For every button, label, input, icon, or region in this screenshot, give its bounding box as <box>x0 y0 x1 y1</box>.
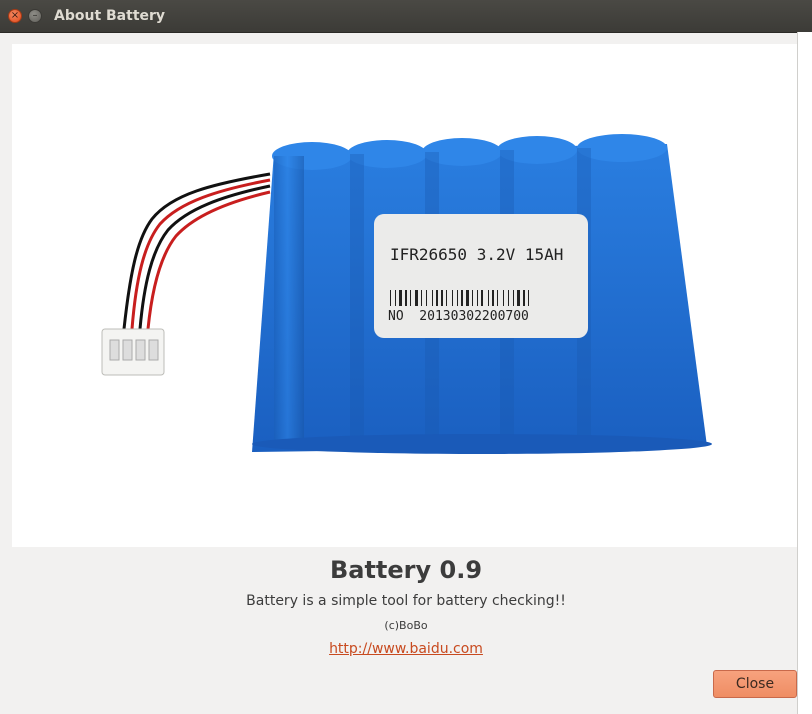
close-button[interactable]: Close <box>713 670 797 698</box>
red-wire-2 <box>146 190 271 330</box>
background-window-edge <box>797 32 812 714</box>
website-link[interactable]: http://www.baidu.com <box>329 641 483 657</box>
website-link-container: http://www.baidu.com <box>0 641 812 657</box>
battery-label-model: IFR26650 3.2V 15AH <box>390 245 563 264</box>
app-name: Battery 0.9 <box>329 556 483 584</box>
app-copyright: (c)BoBo <box>384 619 428 632</box>
battery-label-serial: NO 20130302200700 <box>388 309 529 324</box>
battery-pack-illustration: IFR26650 3.2V 15AH NO 20130302200700 <box>101 134 712 454</box>
red-wire <box>130 178 271 330</box>
window-minimize-icon[interactable]: – <box>28 9 42 23</box>
black-wire-2 <box>138 184 271 330</box>
battery-image: IFR26650 3.2V 15AH NO 20130302200700 <box>12 44 797 547</box>
app-description: Battery is a simple tool for battery che… <box>246 593 566 609</box>
window-close-icon[interactable]: × <box>8 9 22 23</box>
window-title: About Battery <box>54 8 166 24</box>
title-bar: × – About Battery <box>0 0 812 33</box>
